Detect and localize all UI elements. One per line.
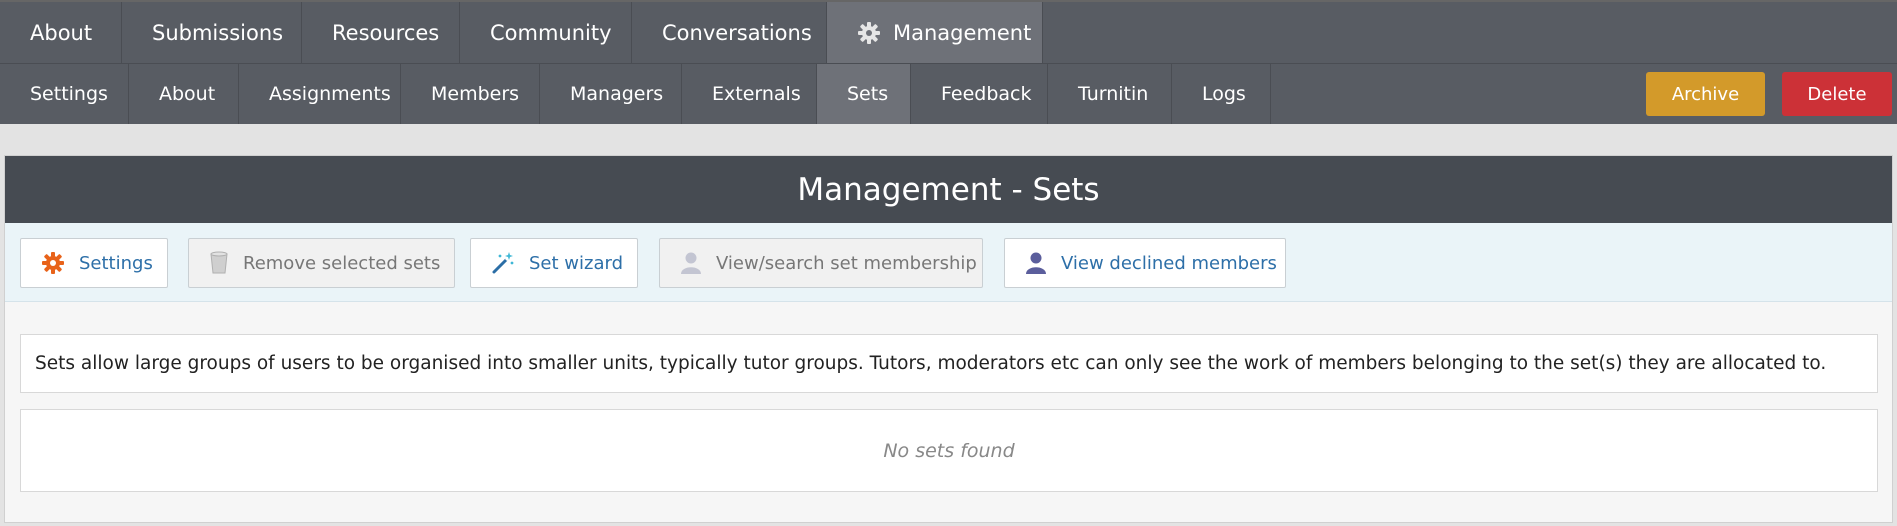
remove-selected-sets-label: Remove selected sets: [243, 252, 441, 274]
tab-label: Submissions: [152, 20, 284, 45]
delete-button[interactable]: Delete: [1782, 72, 1892, 116]
tab-label: Management: [893, 20, 1032, 45]
archive-button[interactable]: Archive: [1646, 72, 1765, 116]
top-navigation: About Submissions Resources Community Co…: [0, 0, 1897, 63]
settings-button[interactable]: Settings: [20, 238, 168, 288]
subtab-label: Managers: [570, 83, 664, 105]
subtab-label: Members: [431, 83, 520, 105]
set-wizard-button[interactable]: Set wizard: [470, 238, 638, 288]
tab-conversations[interactable]: Conversations: [632, 2, 827, 63]
subtab-settings[interactable]: Settings: [0, 64, 129, 124]
set-wizard-label: Set wizard: [529, 252, 623, 274]
settings-button-label: Settings: [79, 252, 153, 274]
sets-panel: Management - Sets Settings Remove select…: [4, 155, 1893, 523]
tab-management[interactable]: Management: [827, 2, 1043, 63]
view-declined-members-label: View declined members: [1061, 252, 1277, 274]
view-search-set-membership-button[interactable]: View/search set membership: [659, 238, 983, 288]
tab-community[interactable]: Community: [460, 2, 632, 63]
page-title: Management - Sets: [5, 156, 1892, 223]
subtab-assignments[interactable]: Assignments: [239, 64, 401, 124]
subtab-label: Externals: [712, 83, 801, 105]
tab-label: About: [30, 20, 93, 45]
subtab-externals[interactable]: Externals: [682, 64, 817, 124]
subtab-label: Settings: [30, 83, 108, 105]
subtab-about[interactable]: About: [129, 64, 239, 124]
remove-selected-sets-button[interactable]: Remove selected sets: [188, 238, 455, 288]
empty-state-message: No sets found: [20, 409, 1878, 492]
tab-submissions[interactable]: Submissions: [122, 2, 302, 63]
subtab-feedback[interactable]: Feedback: [911, 64, 1048, 124]
trash-icon: [209, 251, 229, 275]
tab-label: Community: [490, 20, 612, 45]
sets-info-text: Sets allow large groups of users to be o…: [20, 334, 1878, 393]
subtab-logs[interactable]: Logs: [1172, 64, 1271, 124]
subtab-label: Turnitin: [1078, 83, 1149, 105]
sub-navigation: Settings About Assignments Members Manag…: [0, 63, 1897, 124]
subtab-managers[interactable]: Managers: [540, 64, 682, 124]
toolbar: Settings Remove selected sets Set wizard…: [5, 223, 1892, 302]
user-icon: [680, 251, 702, 275]
subtab-sets[interactable]: Sets: [817, 64, 911, 124]
tab-label: Conversations: [662, 20, 812, 45]
tab-about[interactable]: About: [0, 2, 122, 63]
magic-wand-icon: [491, 251, 515, 275]
gear-icon: [857, 21, 881, 45]
gear-icon: [41, 251, 65, 275]
subtab-turnitin[interactable]: Turnitin: [1048, 64, 1172, 124]
tab-resources[interactable]: Resources: [302, 2, 460, 63]
subtab-members[interactable]: Members: [401, 64, 540, 124]
subtab-label: Feedback: [941, 83, 1032, 105]
subtab-label: Logs: [1202, 83, 1246, 105]
user-icon: [1025, 251, 1047, 275]
subtab-label: Assignments: [269, 83, 391, 105]
subtab-label: About: [159, 83, 216, 105]
subtab-label: Sets: [847, 83, 889, 105]
view-declined-members-button[interactable]: View declined members: [1004, 238, 1286, 288]
tab-label: Resources: [332, 20, 440, 45]
view-search-set-membership-label: View/search set membership: [716, 252, 977, 274]
